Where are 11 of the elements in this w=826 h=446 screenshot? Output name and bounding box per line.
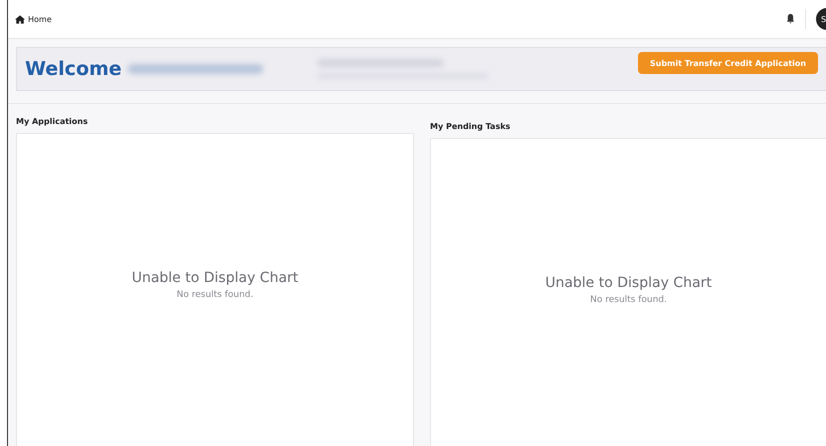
panel-title: My Applications [16,117,89,126]
empty-chart-message: Unable to Display Chart [545,275,712,291]
empty-chart-message: Unable to Display Chart [132,270,298,286]
notification-bell-icon[interactable] [786,14,795,24]
welcome-title: Welcome [25,58,122,80]
home-icon [15,14,25,24]
no-results-text: No results found. [590,295,667,305]
panel-title: My Pending Tasks [430,122,512,131]
user-avatar[interactable]: S [816,8,826,30]
no-results-text: No results found. [176,290,254,300]
home-link[interactable]: Home [15,14,52,24]
